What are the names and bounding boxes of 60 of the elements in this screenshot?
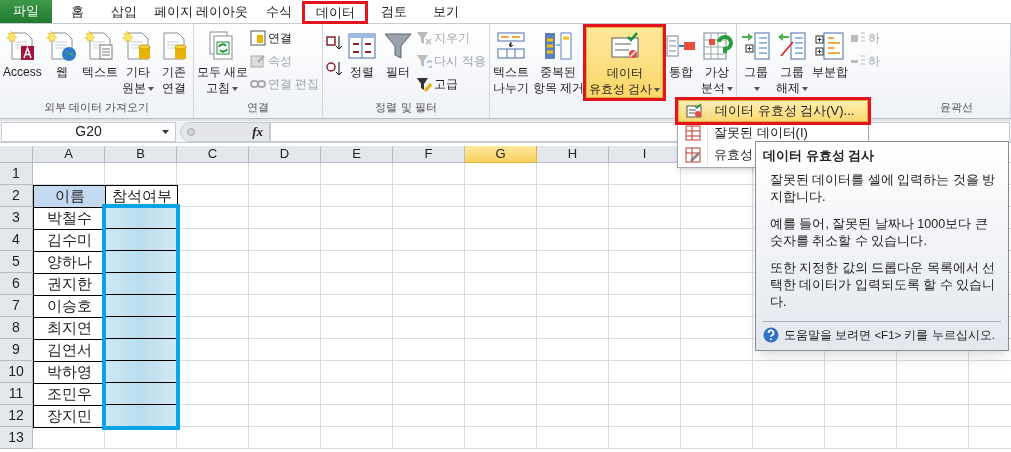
row-header[interactable]: 1 bbox=[0, 163, 33, 185]
row-header[interactable]: 12 bbox=[0, 405, 33, 427]
name-box[interactable]: G20 bbox=[1, 121, 176, 142]
ribbon-small-button[interactable]: 고급 bbox=[416, 74, 488, 94]
ribbon-button[interactable]: 그룹 bbox=[738, 27, 775, 98]
ribbon-tab[interactable]: 파일 bbox=[0, 0, 52, 23]
row-header[interactable]: 3 bbox=[0, 207, 33, 229]
tooltip-text: 잘못된 데이터를 셀에 입력하는 것을 방지합니다. bbox=[769, 171, 997, 206]
ribbon-button[interactable]: 기타 원본 bbox=[119, 27, 156, 98]
tooltip-text: 또한 지정한 값의 드롭다운 목록에서 선택한 데이터가 입력되도록 할 수 있습니다. bbox=[769, 259, 997, 311]
ribbon-button[interactable]: 그룹 해제 bbox=[774, 27, 811, 98]
column-header[interactable]: E bbox=[321, 146, 393, 163]
column-header[interactable]: G bbox=[465, 146, 537, 163]
row-header[interactable]: 11 bbox=[0, 383, 33, 405]
group-label: 외부 데이터 가져오기 bbox=[43, 101, 149, 113]
row-header[interactable]: 5 bbox=[0, 251, 33, 273]
row-header[interactable]: 13 bbox=[0, 427, 33, 449]
ribbon-tab[interactable]: 보기 bbox=[420, 0, 472, 23]
insert-function-button[interactable]: fx bbox=[180, 121, 270, 142]
ribbon-tab[interactable]: 홈 bbox=[52, 0, 102, 23]
ribbon-button[interactable]: 텍스트 bbox=[79, 27, 120, 98]
ribbon-small-button[interactable]: 연결 bbox=[250, 28, 322, 48]
ribbon-button[interactable]: 가상 분석 bbox=[699, 27, 736, 98]
ribbon-button[interactable]: 중복된 항목 제거 bbox=[530, 27, 587, 98]
ribbon-button[interactable]: 데이터 유효성 검사 bbox=[586, 27, 664, 98]
row-header[interactable]: 8 bbox=[0, 317, 33, 339]
column-header[interactable]: C bbox=[177, 146, 249, 163]
row-header[interactable]: 9 bbox=[0, 339, 33, 361]
column-header[interactable]: H bbox=[537, 146, 609, 163]
group-label: 정렬 및 필터 bbox=[375, 101, 437, 113]
ribbon-tab[interactable]: 삽입 bbox=[102, 0, 146, 23]
row-header[interactable]: 7 bbox=[0, 295, 33, 317]
tooltip-title: 데이터 유효성 검사 bbox=[763, 147, 876, 165]
menu-item[interactable]: 데이터 유효성 검사(V)... bbox=[678, 100, 868, 122]
ribbon-button[interactable]: 정렬 bbox=[344, 27, 381, 98]
tooltip-text: 예를 들어, 잘못된 날짜나 1000보다 큰 숫자를 취소할 수 있습니다. bbox=[769, 215, 989, 250]
ribbon-button[interactable]: Access bbox=[1, 27, 44, 98]
menu-item[interactable]: 잘못된 데이터(I) bbox=[678, 122, 868, 144]
ribbon-button[interactable]: 부분합 bbox=[810, 27, 851, 98]
group-label: 연결 bbox=[247, 101, 270, 113]
row-header[interactable]: 4 bbox=[0, 229, 33, 251]
column-header[interactable]: D bbox=[249, 146, 321, 163]
column-header[interactable]: B bbox=[105, 146, 177, 163]
ribbon-tab[interactable]: 수식 bbox=[256, 0, 302, 23]
column-header[interactable]: F bbox=[393, 146, 465, 163]
row-header[interactable]: 2 bbox=[0, 185, 33, 207]
ribbon-button[interactable]: 통합 bbox=[663, 27, 700, 98]
ribbon-tab[interactable]: 데이터 bbox=[302, 1, 368, 24]
column-header[interactable]: A bbox=[33, 146, 105, 163]
row-header[interactable]: 6 bbox=[0, 273, 33, 295]
ribbon-button[interactable]: 필터 bbox=[380, 27, 417, 98]
ribbon-tab[interactable]: 검토 bbox=[368, 0, 420, 23]
ribbon-button[interactable]: 텍스트 나누기 bbox=[490, 27, 531, 98]
help-text: 도움말을 보려면 <F1> 키를 누르십시오. bbox=[784, 327, 995, 343]
ribbon-button[interactable]: 모두 새로 고침 bbox=[194, 27, 251, 98]
group-label: 윤곽선 bbox=[940, 101, 973, 113]
ribbon-tab[interactable]: 페이지 레이아웃 bbox=[146, 0, 256, 23]
ribbon-button[interactable]: 기존 연결 bbox=[155, 27, 192, 98]
row-header[interactable]: 10 bbox=[0, 361, 33, 383]
ribbon-button[interactable]: 웹 bbox=[43, 27, 80, 98]
